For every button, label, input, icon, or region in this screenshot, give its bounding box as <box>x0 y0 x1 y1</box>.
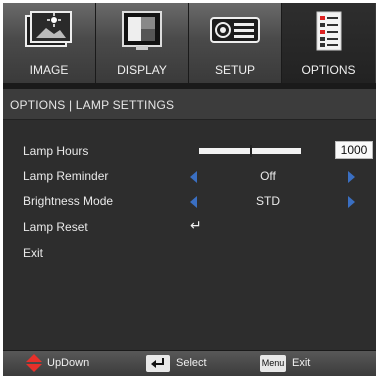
lamp-reset-label: Lamp Reset <box>23 220 88 234</box>
menu-list: Lamp Hours 1000 Lamp Reminder Off Bright… <box>3 120 376 350</box>
image-icon <box>24 10 74 55</box>
display-icon <box>118 10 166 57</box>
lamp-hours-slider <box>199 145 301 157</box>
tab-label: IMAGE <box>29 63 69 77</box>
tab-label: SETUP <box>214 63 255 77</box>
tab-options[interactable]: OPTIONS <box>282 3 375 83</box>
slider-thumb <box>250 145 252 157</box>
setup-icon <box>207 10 263 55</box>
brightness-mode-row[interactable]: Brightness Mode STD <box>3 190 376 214</box>
menu-key-icon: Menu <box>260 355 286 372</box>
lamp-reset-row[interactable]: Lamp Reset ↵ <box>3 216 376 240</box>
updown-icon <box>24 353 44 376</box>
lamp-reminder-row[interactable]: Lamp Reminder Off <box>3 165 376 189</box>
select-label: Select <box>176 357 207 369</box>
left-arrow-icon[interactable] <box>190 171 197 183</box>
tab-label: OPTIONS <box>301 63 356 77</box>
updown-label: UpDown <box>47 357 90 369</box>
lamp-hours-label: Lamp Hours <box>23 144 89 158</box>
breadcrumb-bar: OPTIONS | LAMP SETTINGS <box>3 89 376 120</box>
brightness-mode-label: Brightness Mode <box>23 194 114 208</box>
breadcrumb: OPTIONS | LAMP SETTINGS <box>10 98 175 112</box>
right-arrow-icon[interactable] <box>348 171 355 183</box>
exit-footer-label: Exit <box>292 357 311 369</box>
tab-display[interactable]: DISPLAY <box>96 3 189 83</box>
enter-icon[interactable]: ↵ <box>190 218 202 234</box>
tab-label: DISPLAY <box>117 63 167 77</box>
options-icon <box>309 10 349 59</box>
tab-setup[interactable]: SETUP <box>189 3 282 83</box>
tab-bar: IMAGE DISPLAY SETUP OPTIONS <box>3 3 376 83</box>
exit-label: Exit <box>23 246 44 260</box>
tab-image[interactable]: IMAGE <box>3 3 96 83</box>
brightness-mode-value: STD <box>256 194 280 208</box>
lamp-hours-row[interactable]: Lamp Hours 1000 <box>3 140 376 164</box>
lamp-reminder-value: Off <box>260 169 276 183</box>
footer-bar: UpDown Select Menu Exit <box>3 350 376 376</box>
lamp-reminder-label: Lamp Reminder <box>23 169 109 183</box>
enter-key-icon <box>146 355 170 372</box>
left-arrow-icon[interactable] <box>190 196 197 208</box>
exit-row[interactable]: Exit <box>3 242 376 266</box>
osd-menu: IMAGE DISPLAY SETUP OPTIONS OPTIONS | LA… <box>3 3 376 376</box>
lamp-hours-value: 1000 <box>335 141 373 159</box>
right-arrow-icon[interactable] <box>348 196 355 208</box>
